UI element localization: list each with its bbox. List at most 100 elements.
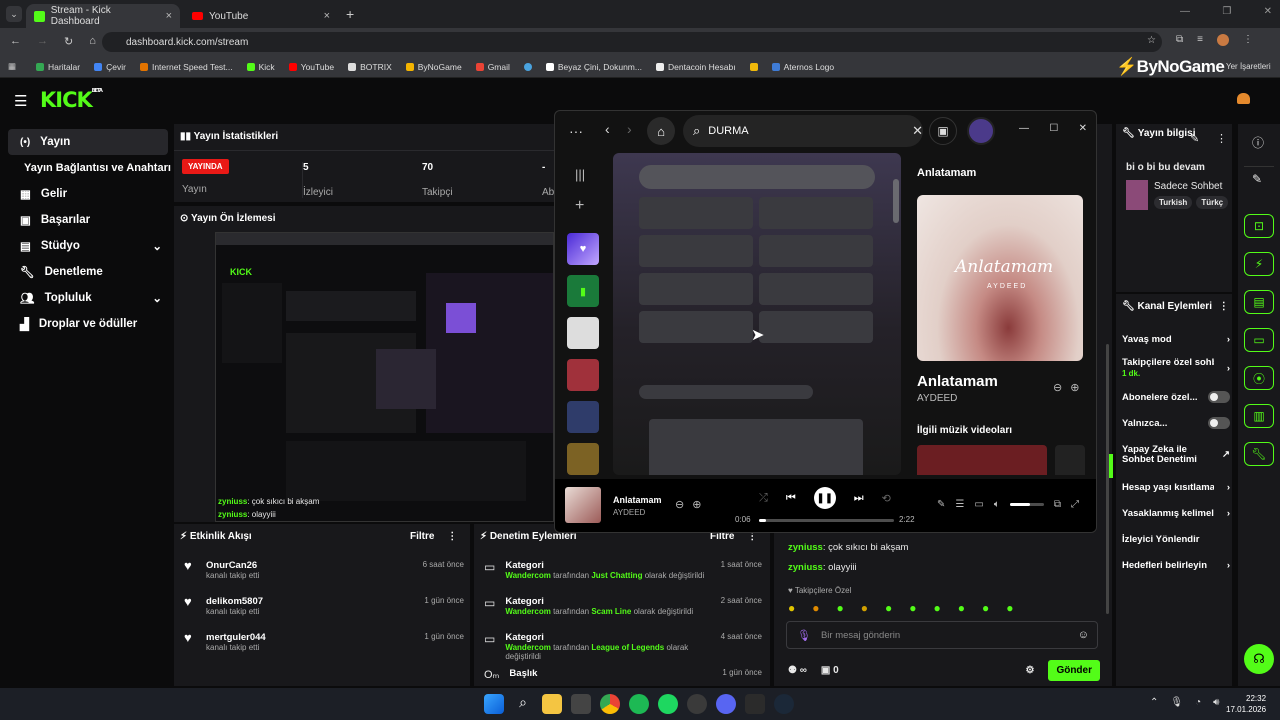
emoji-icon[interactable]: ☺	[1078, 629, 1089, 641]
rail-button-broadcast[interactable]: ⦿	[1244, 366, 1274, 390]
info-icon[interactable]: ⓘ	[1252, 134, 1264, 151]
points-icon[interactable]: ⚉ ∞	[788, 665, 807, 676]
epic-games-icon[interactable]	[745, 694, 765, 714]
action-account-age[interactable]: Hesap yaşı kısıtlama ›	[1122, 474, 1238, 500]
sidebar-item-studyo[interactable]: ▤ Stüdyo ⌄	[8, 233, 168, 259]
add-icon[interactable]: ⊕	[692, 498, 701, 511]
fullscreen-icon[interactable]: ⤢	[1071, 499, 1079, 510]
action-emote-only[interactable]: Yalnızca...	[1122, 410, 1238, 436]
liked-songs-tile[interactable]: ♥	[567, 233, 599, 265]
bookmark-globe[interactable]	[523, 62, 532, 71]
sidebar-item-basarilar[interactable]: ▣ Başarılar	[8, 207, 168, 233]
sidebar-item-stream-key[interactable]: Yayın Bağlantısı ve Anahtarı	[8, 155, 171, 181]
close-tab-icon[interactable]: ×	[166, 10, 172, 22]
new-tab-button[interactable]: +	[346, 6, 354, 22]
emote-icon[interactable]: ●	[812, 601, 819, 615]
tag[interactable]: Turkish	[1154, 196, 1193, 209]
activity-filter-button[interactable]: Filtre ⋮	[410, 531, 457, 542]
bookmark-binance[interactable]	[749, 62, 758, 71]
steam-icon[interactable]	[774, 694, 794, 714]
edit-pencil-icon[interactable]: ✎	[1190, 132, 1199, 145]
browse-icon[interactable]: ▣	[929, 117, 957, 145]
volume-icon[interactable]: 🔊︎	[1213, 697, 1219, 708]
bookmark-dentacoin[interactable]: Dentacoin Hesabı	[655, 62, 736, 72]
create-playlist-icon[interactable]: +	[575, 197, 584, 215]
other-bookmarks[interactable]: Yer İşaretleri	[1226, 62, 1271, 71]
sidebar-item-droplar[interactable]: ▟ Droplar ve ödüller	[8, 311, 168, 337]
rail-button-chat[interactable]: ▭	[1244, 328, 1274, 352]
subscribers-only-toggle[interactable]	[1208, 391, 1230, 403]
tag[interactable]: Türkç	[1196, 196, 1229, 209]
rail-button-notes[interactable]: ▤	[1244, 290, 1274, 314]
related-video-thumb[interactable]	[917, 445, 1047, 475]
related-video-thumb[interactable]	[1055, 445, 1085, 475]
close-tab-icon[interactable]: ×	[324, 10, 330, 22]
rail-button-layout[interactable]: ▥	[1244, 404, 1274, 428]
add-icon[interactable]: ⊕	[1070, 381, 1079, 394]
bookmark-aternos[interactable]: Aternos Logo	[771, 62, 834, 72]
previous-icon[interactable]: ⏮	[786, 492, 796, 505]
reload-icon[interactable]: ↻	[64, 35, 73, 48]
stream-preview-video[interactable]: KICK zyniuss: çok sıkıcı bi akşam zynius…	[215, 232, 554, 522]
telegram-like-icon[interactable]	[629, 694, 649, 714]
spotify-icon[interactable]	[658, 694, 678, 714]
queue-icon[interactable]: ☰	[955, 499, 964, 510]
clock[interactable]: 22:32 17.01.2026	[1226, 693, 1266, 715]
spotify-menu-icon[interactable]: ···	[569, 123, 583, 139]
chat-input[interactable]: 🎙︎ Bir mesaj gönderin ☺	[786, 621, 1098, 649]
more-icon[interactable]: ⋮	[447, 531, 457, 542]
playlist-tile[interactable]	[567, 317, 599, 349]
search-icon[interactable]: ⌕	[513, 694, 533, 714]
bookmark-haritalar[interactable]: Haritalar	[36, 62, 80, 72]
user-avatar[interactable]	[1237, 93, 1250, 104]
main-scrollbar[interactable]	[893, 179, 899, 223]
rail-button-lightning[interactable]: ⚡︎	[1244, 252, 1274, 276]
emote-icon[interactable]: ●	[909, 601, 916, 615]
back-arrow-icon[interactable]: ‹	[605, 121, 610, 137]
minimize-icon[interactable]: —	[1019, 123, 1029, 134]
spotify-avatar[interactable]	[967, 117, 995, 145]
close-window-icon[interactable]: ✕	[1079, 123, 1087, 134]
app-icon[interactable]	[687, 694, 707, 714]
emote-icon[interactable]: ●	[788, 601, 795, 615]
clear-search-icon[interactable]: ✕	[912, 123, 923, 139]
sidebar-item-topluluk[interactable]: 👥︎ Topluluk ⌄	[8, 285, 168, 311]
microphone-icon[interactable]: 🎙︎	[1170, 697, 1183, 708]
pause-button[interactable]: ❚❚	[813, 487, 836, 509]
reading-list-icon[interactable]: ≡	[1197, 34, 1203, 46]
emote-icon[interactable]: ●	[837, 601, 844, 615]
maximize-icon[interactable]: ❐	[1222, 6, 1231, 17]
repeat-icon[interactable]: ⟲	[882, 492, 891, 505]
bookmark-bynogame[interactable]: ByNoGame	[405, 62, 462, 72]
devices-icon[interactable]: ▭	[974, 499, 983, 510]
discord-icon[interactable]	[716, 694, 736, 714]
saved-episodes-tile[interactable]: ▮	[567, 275, 599, 307]
menu-dots-icon[interactable]: ⋮	[1243, 34, 1253, 46]
action-subscribers-only[interactable]: Abonelere özel...	[1122, 384, 1238, 410]
start-button[interactable]	[484, 694, 504, 714]
send-button[interactable]: Gönder	[1048, 660, 1100, 681]
progress-bar[interactable]	[759, 519, 894, 522]
file-explorer-icon[interactable]	[542, 694, 562, 714]
rail-button-clip[interactable]: ⊡	[1244, 214, 1274, 238]
forward-icon[interactable]: →	[37, 35, 48, 48]
bookmark-kick[interactable]: Kick	[246, 62, 275, 72]
rail-button-wrench[interactable]: 🔧︎	[1244, 442, 1274, 466]
bookmark-botrix[interactable]: BOTRIX	[348, 62, 392, 72]
support-button[interactable]: ☊	[1244, 644, 1274, 674]
spotify-search-input[interactable]: ⌕ DURMA ✕	[683, 115, 923, 147]
forward-arrow-icon[interactable]: ›	[627, 121, 632, 137]
playlist-tile[interactable]	[567, 401, 599, 433]
address-bar[interactable]: dashboard.kick.com/stream ☆	[102, 32, 1162, 52]
emote-icon[interactable]: ●	[934, 601, 941, 615]
player-artist[interactable]: AYDEED	[613, 508, 645, 517]
home-icon[interactable]: ⌂	[89, 35, 96, 48]
more-icon[interactable]: ⋮	[1216, 132, 1227, 145]
tab-kick-dashboard[interactable]: Stream - Kick Dashboard ×	[26, 4, 180, 28]
category-thumbnail[interactable]	[1126, 180, 1148, 210]
bookmark-star-icon[interactable]: ☆	[1147, 35, 1156, 46]
tab-list-chevron-icon[interactable]: ⌄	[6, 6, 22, 22]
library-icon[interactable]: |||	[575, 167, 585, 182]
playlist-tile[interactable]	[567, 443, 599, 475]
more-icon[interactable]: ⋮	[1219, 301, 1229, 312]
